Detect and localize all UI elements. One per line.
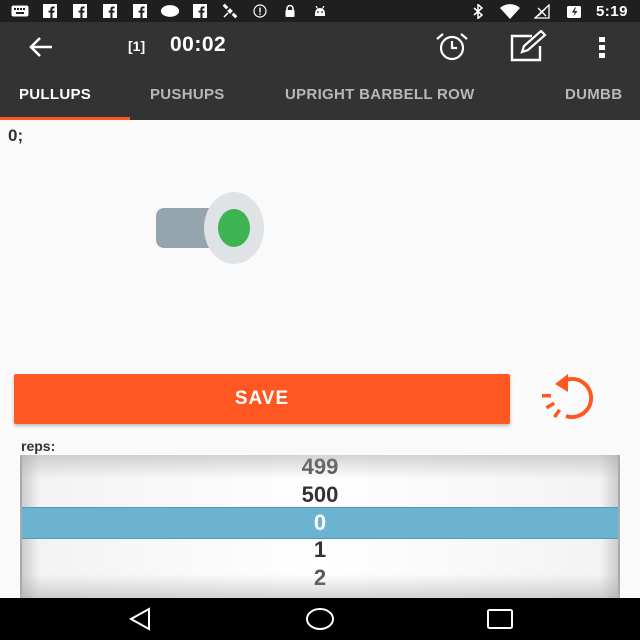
lock-icon	[280, 4, 300, 18]
exercise-tabs: PULLUPS PUSHUPS UPRIGHT BARBELL ROW DUMB…	[0, 72, 640, 120]
tab-pullups[interactable]: PULLUPS	[19, 72, 91, 120]
navigation-bar	[0, 598, 640, 640]
reps-picker[interactable]: 499 500 0 1 2	[20, 455, 620, 598]
status-light-icon	[156, 192, 264, 264]
picker-value[interactable]: 500	[22, 481, 618, 509]
alarm-button[interactable]	[434, 30, 470, 64]
system-icons: 5:19	[468, 3, 640, 20]
reset-button[interactable]	[540, 372, 616, 424]
arrow-back-icon	[29, 37, 52, 57]
circle-icon	[160, 4, 180, 18]
rep-count-text: 0;	[8, 126, 24, 145]
workout-timer: 00:02	[170, 33, 227, 56]
tab-upright-barbell-row[interactable]: UPRIGHT BARBELL ROW	[285, 72, 475, 120]
alert-icon	[250, 4, 270, 18]
tab-pushups[interactable]: PUSHUPS	[150, 72, 225, 120]
status-bar: 5:19	[0, 0, 640, 22]
nav-recents-button[interactable]	[480, 606, 520, 632]
picker-label: reps:	[21, 438, 56, 454]
active-tab-indicator	[0, 117, 130, 120]
picker-value[interactable]: 2	[22, 564, 618, 592]
toolbar: [1] 00:02	[0, 22, 640, 72]
tab-dumbbell[interactable]: DUMBB	[565, 72, 622, 120]
facebook-icon	[130, 4, 150, 18]
back-button[interactable]	[26, 33, 58, 61]
nav-home-button[interactable]	[300, 606, 340, 632]
signal-icon	[532, 3, 552, 19]
notification-icons	[0, 3, 330, 19]
status-time: 5:19	[595, 2, 628, 20]
satellite-icon	[220, 3, 240, 19]
home-circle-icon	[306, 608, 334, 630]
picker-value[interactable]: 499	[22, 455, 618, 481]
keyboard-icon	[10, 4, 30, 18]
picker-selected-value[interactable]: 0	[22, 507, 618, 539]
facebook-icon	[100, 4, 120, 18]
back-triangle-icon	[128, 607, 150, 631]
reset-icon	[542, 374, 594, 419]
facebook-icon	[70, 4, 90, 18]
recents-square-icon	[487, 609, 513, 629]
bluetooth-icon	[468, 3, 488, 19]
edit-icon	[510, 30, 547, 62]
wifi-icon	[499, 3, 520, 19]
alarm-clock-icon	[436, 33, 468, 61]
more-options-button[interactable]	[584, 30, 620, 64]
save-button[interactable]: SAVE	[14, 374, 510, 424]
android-icon	[310, 4, 330, 18]
picker-value[interactable]: 1	[22, 536, 618, 564]
nav-back-button[interactable]	[120, 606, 160, 632]
set-counter: [1]	[128, 38, 146, 54]
facebook-icon	[190, 4, 210, 18]
edit-button[interactable]	[508, 30, 548, 64]
more-vert-icon	[599, 37, 605, 58]
battery-icon	[564, 4, 584, 18]
facebook-icon	[40, 4, 60, 18]
